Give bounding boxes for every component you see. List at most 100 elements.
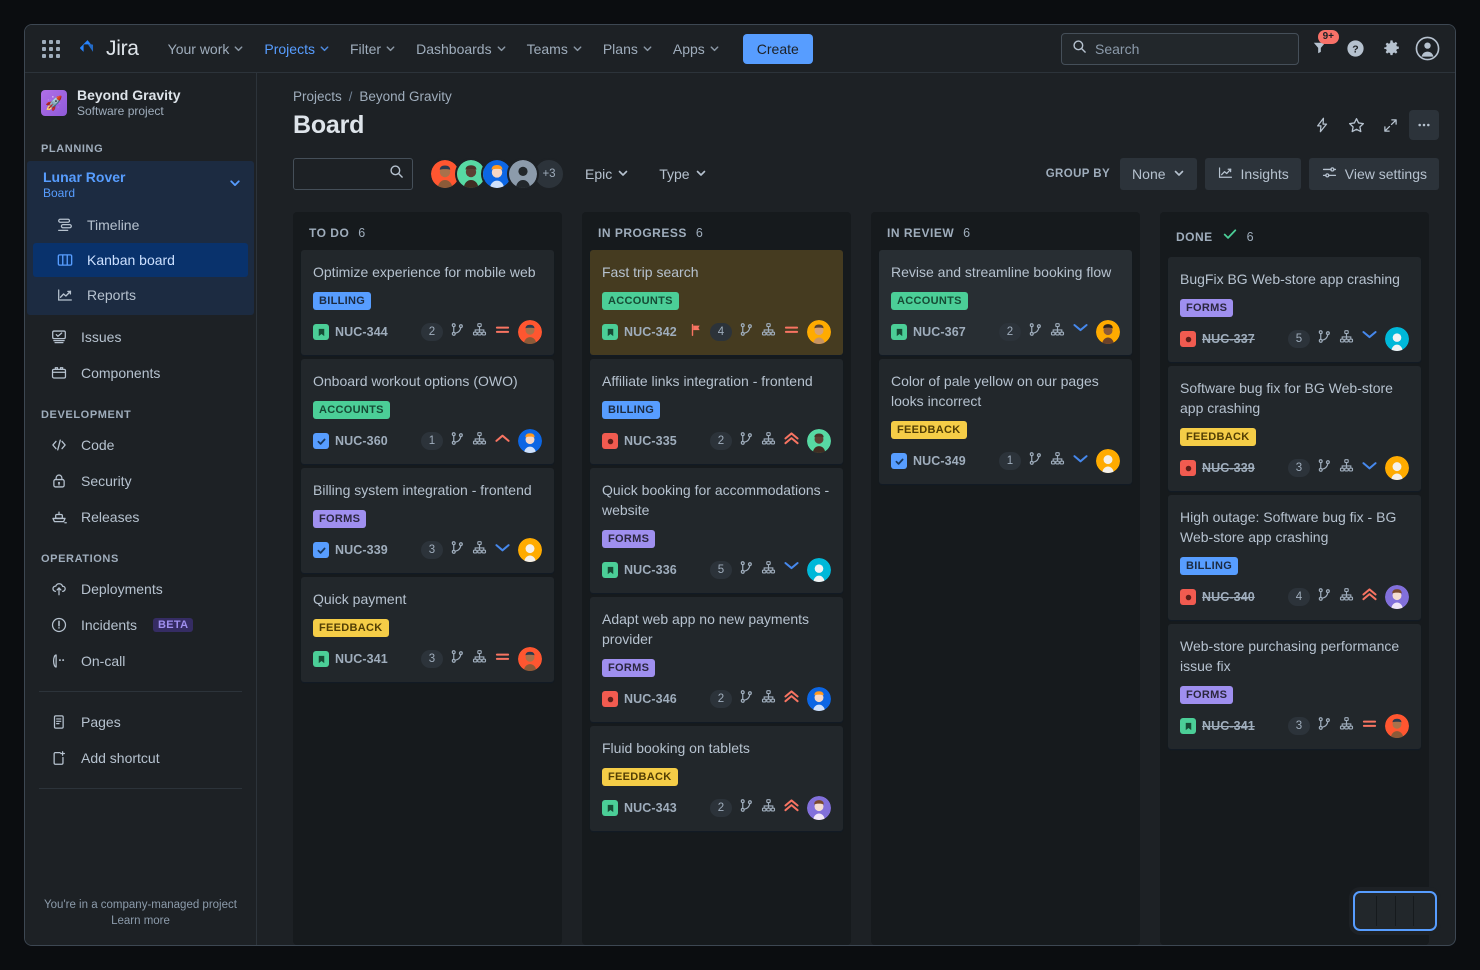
epic-tag[interactable]: ACCOUNTS	[313, 401, 390, 419]
issue-key[interactable]: NUC-342	[624, 325, 677, 339]
issue-key[interactable]: NUC-341	[1202, 719, 1255, 733]
epic-tag[interactable]: BILLING	[1180, 557, 1238, 575]
insights-button[interactable]: Insights	[1205, 158, 1301, 190]
nav-dashboards[interactable]: Dashboards	[407, 35, 516, 63]
issue-card[interactable]: Quick paymentFEEDBACKNUC-3413	[301, 577, 554, 682]
nav-plans[interactable]: Plans	[594, 35, 662, 63]
assignee-avatar[interactable]	[518, 538, 542, 562]
assignee-avatar[interactable]	[1385, 456, 1409, 480]
assignee-avatar[interactable]	[1385, 714, 1409, 738]
breadcrumb-projects[interactable]: Projects	[293, 89, 342, 104]
board-minimap[interactable]	[1353, 891, 1437, 931]
sidebar-item-add-shortcut[interactable]: Add shortcut	[33, 741, 248, 775]
epic-tag[interactable]: FORMS	[602, 659, 655, 677]
assignee-avatar[interactable]	[518, 647, 542, 671]
issue-card[interactable]: Optimize experience for mobile webBILLIN…	[301, 250, 554, 355]
nav-apps[interactable]: Apps	[664, 35, 729, 63]
issue-card[interactable]: Color of pale yellow on our pages looks …	[879, 359, 1132, 484]
group-by-dropdown[interactable]: None	[1120, 158, 1196, 190]
type-filter-dropdown[interactable]: Type	[649, 160, 716, 188]
issue-key[interactable]: NUC-346	[624, 692, 677, 706]
epic-tag[interactable]: FEEDBACK	[1180, 428, 1256, 446]
issue-key[interactable]: NUC-335	[624, 434, 677, 448]
gear-icon[interactable]	[1375, 33, 1407, 65]
sidebar-item-kanban-board[interactable]: Kanban board	[33, 243, 248, 277]
sidebar-item-deployments[interactable]: Deployments	[33, 572, 248, 606]
epic-tag[interactable]: FORMS	[602, 530, 655, 548]
sidebar-item-incidents[interactable]: Incidents BETA	[33, 608, 248, 642]
issue-key[interactable]: NUC-339	[335, 543, 388, 557]
sidebar-item-security[interactable]: Security	[33, 464, 248, 498]
issue-key[interactable]: NUC-337	[1202, 332, 1255, 346]
issue-card[interactable]: Adapt web app no new payments providerFO…	[590, 597, 843, 722]
sidebar-item-reports[interactable]: Reports	[33, 278, 248, 312]
issue-card[interactable]: Quick booking for accommodations - websi…	[590, 468, 843, 593]
board-search-box[interactable]	[293, 158, 413, 190]
assignee-avatar[interactable]	[807, 320, 831, 344]
assignee-avatar[interactable]	[518, 429, 542, 453]
issue-key[interactable]: NUC-341	[335, 652, 388, 666]
issue-key[interactable]: NUC-336	[624, 563, 677, 577]
issue-card[interactable]: Software bug fix for BG Web-store app cr…	[1168, 366, 1421, 491]
issue-key[interactable]: NUC-339	[1202, 461, 1255, 475]
epic-tag[interactable]: ACCOUNTS	[891, 292, 968, 310]
issue-card[interactable]: Onboard workout options (OWO)ACCOUNTSNUC…	[301, 359, 554, 464]
star-favorite-icon[interactable]	[1341, 110, 1371, 140]
chevron-down-icon[interactable]	[228, 176, 242, 195]
sidebar-footer-learn-more[interactable]: Learn more	[39, 913, 242, 929]
sidebar-item-timeline[interactable]: Timeline	[33, 208, 248, 242]
issue-card[interactable]: Fast trip searchACCOUNTSNUC-3424	[590, 250, 843, 355]
issue-card[interactable]: Web-store purchasing performance issue f…	[1168, 624, 1421, 749]
issue-card[interactable]: BugFix BG Web-store app crashingFORMSNUC…	[1168, 257, 1421, 362]
more-actions-icon[interactable]	[1409, 110, 1439, 140]
epic-tag[interactable]: BILLING	[602, 401, 660, 419]
epic-tag[interactable]: BILLING	[313, 292, 371, 310]
board-search-input[interactable]	[302, 167, 389, 182]
nav-filter[interactable]: Filter	[341, 35, 405, 63]
breadcrumb-beyond-gravity[interactable]: Beyond Gravity	[359, 89, 451, 104]
project-header[interactable]: 🚀 Beyond Gravity Software project	[25, 87, 256, 119]
global-search-box[interactable]	[1061, 33, 1299, 65]
assignee-avatar[interactable]	[807, 558, 831, 582]
assignee-avatar[interactable]	[1385, 585, 1409, 609]
issue-key[interactable]: NUC-367	[913, 325, 966, 339]
assignee-avatar[interactable]	[518, 320, 542, 344]
notifications-button[interactable]: 9+	[1303, 33, 1335, 65]
epic-tag[interactable]: FORMS	[1180, 686, 1233, 704]
avatar[interactable]	[507, 158, 539, 190]
help-icon[interactable]: ?	[1339, 33, 1371, 65]
issue-card[interactable]: Revise and streamline booking flowACCOUN…	[879, 250, 1132, 355]
issue-key[interactable]: NUC-360	[335, 434, 388, 448]
assignee-avatar[interactable]	[807, 429, 831, 453]
assignee-avatar[interactable]	[1096, 320, 1120, 344]
assignee-avatar[interactable]	[1096, 449, 1120, 473]
issue-key[interactable]: NUC-340	[1202, 590, 1255, 604]
epic-tag[interactable]: FEEDBACK	[602, 768, 678, 786]
global-search-input[interactable]	[1095, 41, 1288, 57]
nav-your-work[interactable]: Your work	[159, 35, 254, 63]
assignee-avatar[interactable]	[807, 796, 831, 820]
issue-key[interactable]: NUC-344	[335, 325, 388, 339]
sidebar-item-code[interactable]: Code	[33, 428, 248, 462]
epic-tag[interactable]: ACCOUNTS	[602, 292, 679, 310]
epic-tag[interactable]: FEEDBACK	[313, 619, 389, 637]
epic-tag[interactable]: FORMS	[1180, 299, 1233, 317]
expand-fullscreen-icon[interactable]	[1375, 110, 1405, 140]
epic-tag[interactable]: FORMS	[313, 510, 366, 528]
create-button[interactable]: Create	[743, 34, 813, 64]
sidebar-board-header[interactable]: Lunar Rover Board	[27, 161, 254, 207]
nav-teams[interactable]: Teams	[518, 35, 592, 63]
assignee-avatar[interactable]	[1385, 327, 1409, 351]
epic-filter-dropdown[interactable]: Epic	[575, 160, 639, 188]
profile-avatar[interactable]	[1411, 33, 1443, 65]
epic-tag[interactable]: FEEDBACK	[891, 421, 967, 439]
issue-key[interactable]: NUC-343	[624, 801, 677, 815]
sidebar-item-components[interactable]: Components	[33, 356, 248, 390]
issue-card[interactable]: Affiliate links integration - frontendBI…	[590, 359, 843, 464]
sidebar-item-issues[interactable]: Issues	[33, 320, 248, 354]
lightning-automation-icon[interactable]	[1307, 110, 1337, 140]
issue-card[interactable]: Fluid booking on tabletsFEEDBACKNUC-3432	[590, 726, 843, 831]
app-switcher-icon[interactable]	[35, 33, 67, 65]
sidebar-item-pages[interactable]: Pages	[33, 705, 248, 739]
view-settings-button[interactable]: View settings	[1309, 158, 1439, 190]
